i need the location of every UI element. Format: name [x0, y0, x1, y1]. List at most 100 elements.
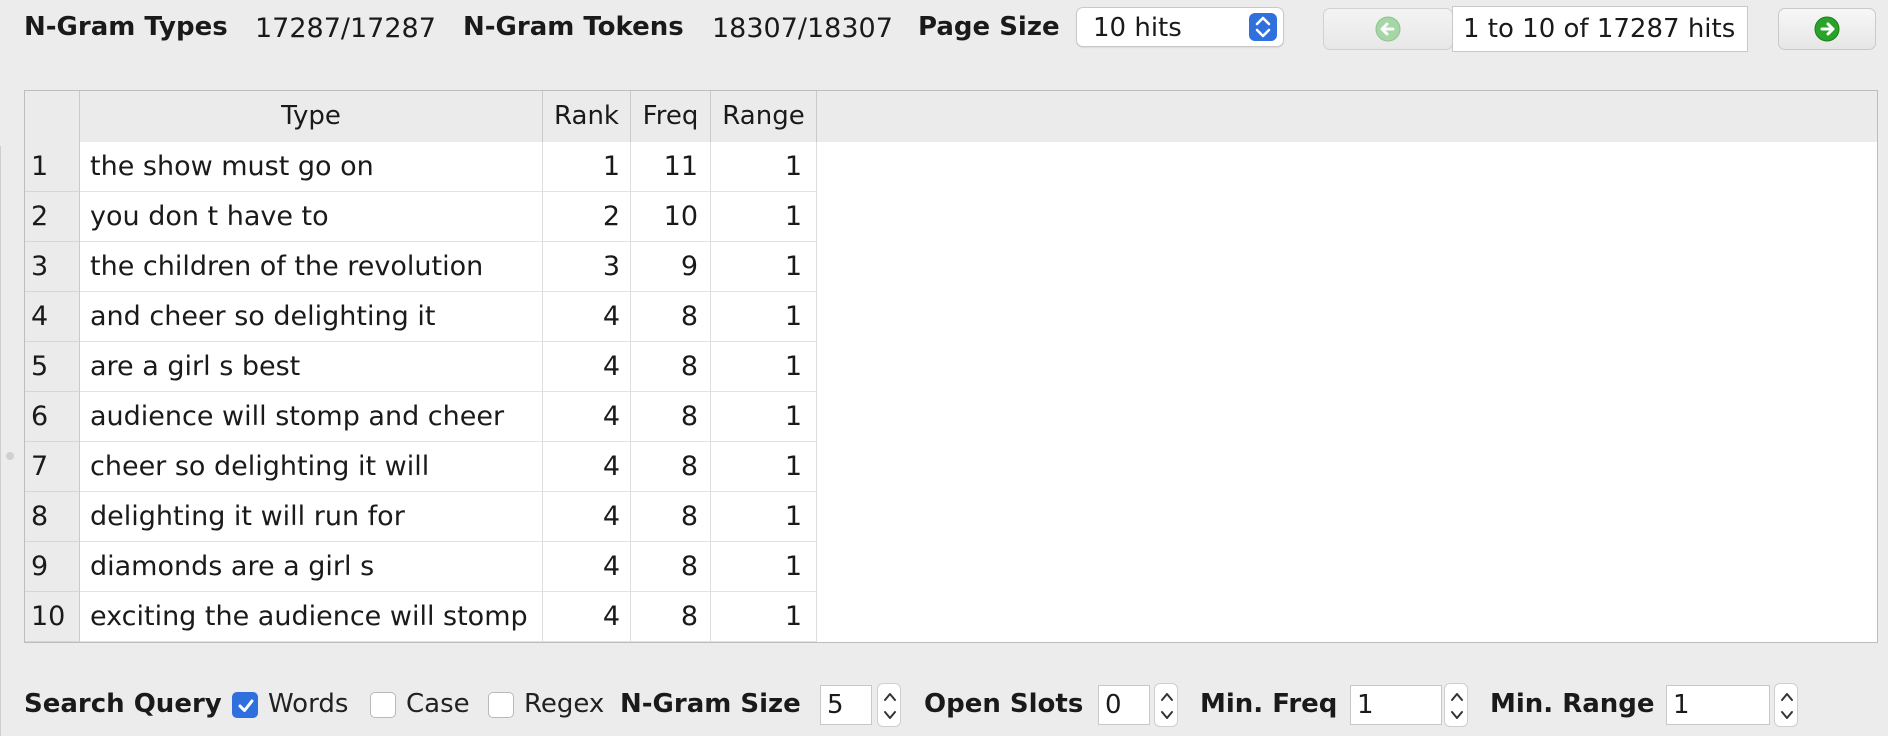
page-size-label: Page Size	[918, 12, 1060, 42]
type-column-header[interactable]: Type	[80, 91, 543, 142]
range-cell: 1	[711, 542, 817, 592]
freq-cell: 8	[631, 492, 711, 542]
rank-column-header[interactable]: Rank	[543, 91, 631, 142]
words-checkbox[interactable]	[232, 692, 258, 718]
page-size-select[interactable]: 10 hits	[1076, 7, 1284, 47]
min-freq-stepper[interactable]	[1444, 683, 1468, 727]
range-cell: 1	[711, 392, 817, 442]
table-row[interactable]: 8 delighting it will run for 4 8 1	[25, 492, 1877, 542]
range-cell: 1	[711, 192, 817, 242]
row-number-cell: 4	[25, 292, 80, 342]
rank-cell: 4	[543, 442, 631, 492]
case-checkbox[interactable]	[370, 692, 396, 718]
regex-label: Regex	[524, 689, 605, 719]
rank-cell: 4	[543, 592, 631, 642]
min-freq-label: Min. Freq	[1200, 689, 1338, 719]
open-slots-stepper[interactable]	[1154, 683, 1178, 727]
freq-cell: 10	[631, 192, 711, 242]
hits-range-value: 1 to 10 of 17287 hits	[1463, 14, 1736, 44]
range-column-header[interactable]: Range	[711, 91, 817, 142]
freq-cell: 8	[631, 542, 711, 592]
row-number-cell: 8	[25, 492, 80, 542]
open-slots-field[interactable]: 0	[1098, 685, 1150, 725]
rank-cell: 2	[543, 192, 631, 242]
type-cell: the show must go on	[80, 142, 543, 192]
table-row[interactable]: 3 the children of the revolution 3 9 1	[25, 242, 1877, 292]
rank-cell: 3	[543, 242, 631, 292]
hits-range-field[interactable]: 1 to 10 of 17287 hits	[1452, 6, 1748, 52]
split-handle[interactable]	[6, 452, 14, 460]
rank-cell: 4	[543, 492, 631, 542]
min-range-value: 1	[1673, 690, 1690, 720]
type-cell: audience will stomp and cheer	[80, 392, 543, 442]
table-header: Type Rank Freq Range	[25, 91, 1877, 142]
regex-checkbox[interactable]	[488, 692, 514, 718]
arrow-left-circle-icon	[1375, 16, 1401, 42]
rank-cell: 1	[543, 142, 631, 192]
search-query-label: Search Query	[24, 689, 222, 719]
chevron-updown-icon	[1249, 13, 1277, 41]
ngram-tokens-label: N-Gram Tokens	[463, 12, 684, 42]
row-number-cell: 5	[25, 342, 80, 392]
freq-column-header[interactable]: Freq	[631, 91, 711, 142]
min-freq-field[interactable]: 1	[1350, 685, 1442, 725]
range-cell: 1	[711, 342, 817, 392]
freq-cell: 9	[631, 242, 711, 292]
case-label: Case	[406, 689, 470, 719]
rank-cell: 4	[543, 542, 631, 592]
ngram-types-value: 17287/17287	[255, 13, 436, 44]
range-cell: 1	[711, 442, 817, 492]
previous-page-button[interactable]	[1323, 8, 1453, 50]
ngram-size-label: N-Gram Size	[620, 689, 801, 719]
ngram-tokens-value: 18307/18307	[712, 13, 893, 44]
table-row[interactable]: 10 exciting the audience will stomp 4 8 1	[25, 592, 1877, 642]
chevron-updown-icon	[1161, 693, 1173, 719]
freq-cell: 8	[631, 292, 711, 342]
rank-cell: 4	[543, 342, 631, 392]
freq-cell: 11	[631, 142, 711, 192]
table-row[interactable]: 9 diamonds are a girl s481	[25, 542, 1877, 592]
type-cell: exciting the audience will stomp	[80, 592, 543, 642]
min-range-stepper[interactable]	[1774, 683, 1798, 727]
ngram-size-value: 5	[827, 690, 844, 720]
chevron-updown-icon	[884, 693, 896, 719]
ngram-results-table: Type Rank Freq Range 1 the show must go o…	[24, 90, 1878, 643]
open-slots-value: 0	[1105, 690, 1122, 720]
search-options-bar: Search Query Words Case Regex N-Gram Siz…	[0, 680, 1888, 736]
min-range-field[interactable]: 1	[1666, 685, 1770, 725]
ngram-size-field[interactable]: 5	[820, 685, 872, 725]
ngram-size-stepper[interactable]	[877, 683, 901, 727]
arrow-right-circle-icon	[1814, 16, 1840, 42]
table-row[interactable]: 7 cheer so delighting it will 4 8 1	[25, 442, 1877, 492]
range-cell: 1	[711, 242, 817, 292]
min-range-label: Min. Range	[1490, 689, 1655, 719]
type-cell: diamonds are a girl s	[80, 542, 543, 592]
row-number-cell: 3	[25, 242, 80, 292]
top-toolbar: N-Gram Types 17287/17287 N-Gram Tokens 1…	[0, 0, 1888, 60]
row-number-cell: 7	[25, 442, 80, 492]
checkmark-icon	[238, 699, 254, 712]
row-number-cell: 1	[25, 142, 80, 192]
row-number-cell: 9	[25, 542, 80, 592]
type-cell: and cheer so delighting it	[80, 292, 543, 342]
type-cell: delighting it will run for	[80, 492, 543, 542]
table-row[interactable]: 6 audience will stomp and cheer 4 8 1	[25, 392, 1877, 442]
freq-cell: 8	[631, 392, 711, 442]
table-row[interactable]: 1 the show must go on 1 11 1	[25, 142, 1877, 192]
chevron-updown-icon	[1781, 693, 1793, 719]
next-page-button[interactable]	[1778, 8, 1876, 50]
type-cell: the children of the revolution	[80, 242, 543, 292]
chevron-updown-icon	[1451, 693, 1463, 719]
type-cell: you don t have to	[80, 192, 543, 242]
range-cell: 1	[711, 142, 817, 192]
table-row[interactable]: 5 are a girl s best 4 8 1	[25, 342, 1877, 392]
rank-cell: 4	[543, 392, 631, 442]
table-row[interactable]: 2 you don t have to 2 10 1	[25, 192, 1877, 242]
page-size-value: 10 hits	[1093, 13, 1182, 43]
open-slots-label: Open Slots	[924, 689, 1084, 719]
freq-cell: 8	[631, 442, 711, 492]
row-number-header	[25, 91, 80, 142]
table-row[interactable]: 4 and cheer so delighting it 4 8 1	[25, 292, 1877, 342]
range-cell: 1	[711, 292, 817, 342]
range-cell: 1	[711, 592, 817, 642]
